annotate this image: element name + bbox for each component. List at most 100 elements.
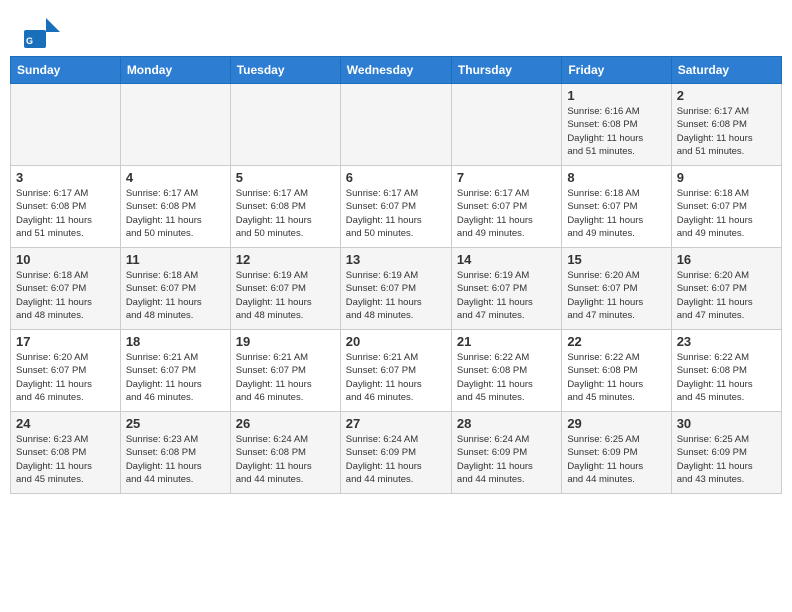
calendar-body: 1 Sunrise: 6:16 AM Sunset: 6:08 PM Daylig… (11, 84, 782, 494)
day-info: Sunrise: 6:21 AM Sunset: 6:07 PM Dayligh… (236, 351, 335, 404)
day-header-thursday: Thursday (451, 57, 561, 84)
calendar-cell: 16 Sunrise: 6:20 AM Sunset: 6:07 PM Dayli… (671, 248, 781, 330)
calendar-cell: 12 Sunrise: 6:19 AM Sunset: 6:07 PM Dayli… (230, 248, 340, 330)
calendar-cell: 23Sunrise: 6:22 AM Sunset: 6:08 PM Dayli… (671, 330, 781, 412)
calendar-cell: 17Sunrise: 6:20 AM Sunset: 6:07 PM Dayli… (11, 330, 121, 412)
day-header-monday: Monday (120, 57, 230, 84)
day-number: 5 (236, 170, 335, 185)
day-number: 3 (16, 170, 115, 185)
day-info: Sunrise: 6:18 AM Sunset: 6:07 PM Dayligh… (126, 269, 225, 322)
calendar-container: SundayMondayTuesdayWednesdayThursdayFrid… (0, 56, 792, 504)
day-info: Sunrise: 6:19 AM Sunset: 6:07 PM Dayligh… (346, 269, 446, 322)
day-number: 2 (677, 88, 776, 103)
logo: G (24, 18, 64, 48)
day-number: 11 (126, 252, 225, 267)
day-info: Sunrise: 6:22 AM Sunset: 6:08 PM Dayligh… (567, 351, 665, 404)
header-row: SundayMondayTuesdayWednesdayThursdayFrid… (11, 57, 782, 84)
calendar-cell: 27 Sunrise: 6:24 AM Sunset: 6:09 PM Dayli… (340, 412, 451, 494)
calendar-cell: 26 Sunrise: 6:24 AM Sunset: 6:08 PM Dayli… (230, 412, 340, 494)
day-number: 29 (567, 416, 665, 431)
day-number: 15 (567, 252, 665, 267)
calendar-cell: 24 Sunrise: 6:23 AM Sunset: 6:08 PM Dayli… (11, 412, 121, 494)
day-number: 20 (346, 334, 446, 349)
week-row-1: 1 Sunrise: 6:16 AM Sunset: 6:08 PM Daylig… (11, 84, 782, 166)
day-number: 16 (677, 252, 776, 267)
week-row-2: 3 Sunrise: 6:17 AM Sunset: 6:08 PM Daylig… (11, 166, 782, 248)
calendar-header: SundayMondayTuesdayWednesdayThursdayFrid… (11, 57, 782, 84)
day-number: 9 (677, 170, 776, 185)
day-info: Sunrise: 6:17 AM Sunset: 6:08 PM Dayligh… (126, 187, 225, 240)
calendar-cell: 18Sunrise: 6:21 AM Sunset: 6:07 PM Dayli… (120, 330, 230, 412)
day-info: Sunrise: 6:24 AM Sunset: 6:08 PM Dayligh… (236, 433, 335, 486)
day-number: 22 (567, 334, 665, 349)
day-number: 26 (236, 416, 335, 431)
day-info: Sunrise: 6:17 AM Sunset: 6:08 PM Dayligh… (236, 187, 335, 240)
day-number: 6 (346, 170, 446, 185)
day-number: 28 (457, 416, 556, 431)
calendar-cell: 7 Sunrise: 6:17 AM Sunset: 6:07 PM Daylig… (451, 166, 561, 248)
day-info: Sunrise: 6:17 AM Sunset: 6:07 PM Dayligh… (346, 187, 446, 240)
day-header-tuesday: Tuesday (230, 57, 340, 84)
day-number: 30 (677, 416, 776, 431)
week-row-3: 10 Sunrise: 6:18 AM Sunset: 6:07 PM Dayli… (11, 248, 782, 330)
day-info: Sunrise: 6:22 AM Sunset: 6:08 PM Dayligh… (677, 351, 776, 404)
day-info: Sunrise: 6:20 AM Sunset: 6:07 PM Dayligh… (567, 269, 665, 322)
calendar-cell: 8 Sunrise: 6:18 AM Sunset: 6:07 PM Daylig… (562, 166, 671, 248)
day-info: Sunrise: 6:24 AM Sunset: 6:09 PM Dayligh… (457, 433, 556, 486)
calendar-cell: 3Sunrise: 6:17 AM Sunset: 6:08 PM Daylig… (11, 166, 121, 248)
day-info: Sunrise: 6:17 AM Sunset: 6:07 PM Dayligh… (457, 187, 556, 240)
calendar-cell (230, 84, 340, 166)
day-info: Sunrise: 6:20 AM Sunset: 6:07 PM Dayligh… (677, 269, 776, 322)
day-number: 7 (457, 170, 556, 185)
calendar-cell: 21 Sunrise: 6:22 AM Sunset: 6:08 PM Dayli… (451, 330, 561, 412)
day-info: Sunrise: 6:23 AM Sunset: 6:08 PM Dayligh… (126, 433, 225, 486)
day-header-wednesday: Wednesday (340, 57, 451, 84)
day-info: Sunrise: 6:21 AM Sunset: 6:07 PM Dayligh… (346, 351, 446, 404)
calendar-cell: 11 Sunrise: 6:18 AM Sunset: 6:07 PM Dayli… (120, 248, 230, 330)
calendar-cell: 19 Sunrise: 6:21 AM Sunset: 6:07 PM Dayli… (230, 330, 340, 412)
day-number: 19 (236, 334, 335, 349)
week-row-4: 17Sunrise: 6:20 AM Sunset: 6:07 PM Dayli… (11, 330, 782, 412)
day-info: Sunrise: 6:18 AM Sunset: 6:07 PM Dayligh… (16, 269, 115, 322)
calendar-cell: 15 Sunrise: 6:20 AM Sunset: 6:07 PM Dayli… (562, 248, 671, 330)
day-info: Sunrise: 6:25 AM Sunset: 6:09 PM Dayligh… (677, 433, 776, 486)
calendar-cell: 2 Sunrise: 6:17 AM Sunset: 6:08 PM Daylig… (671, 84, 781, 166)
day-number: 8 (567, 170, 665, 185)
calendar-cell: 22 Sunrise: 6:22 AM Sunset: 6:08 PM Dayli… (562, 330, 671, 412)
day-number: 13 (346, 252, 446, 267)
calendar-cell (340, 84, 451, 166)
day-info: Sunrise: 6:16 AM Sunset: 6:08 PM Dayligh… (567, 105, 665, 158)
calendar-cell: 25 Sunrise: 6:23 AM Sunset: 6:08 PM Dayli… (120, 412, 230, 494)
calendar-cell (11, 84, 121, 166)
day-number: 21 (457, 334, 556, 349)
day-number: 24 (16, 416, 115, 431)
week-row-5: 24 Sunrise: 6:23 AM Sunset: 6:08 PM Dayli… (11, 412, 782, 494)
day-info: Sunrise: 6:19 AM Sunset: 6:07 PM Dayligh… (236, 269, 335, 322)
day-info: Sunrise: 6:23 AM Sunset: 6:08 PM Dayligh… (16, 433, 115, 486)
day-number: 25 (126, 416, 225, 431)
calendar-cell: 28 Sunrise: 6:24 AM Sunset: 6:09 PM Dayli… (451, 412, 561, 494)
day-info: Sunrise: 6:17 AM Sunset: 6:08 PM Dayligh… (677, 105, 776, 158)
day-header-saturday: Saturday (671, 57, 781, 84)
calendar-cell: 5 Sunrise: 6:17 AM Sunset: 6:08 PM Daylig… (230, 166, 340, 248)
svg-text:G: G (26, 36, 33, 46)
day-number: 10 (16, 252, 115, 267)
calendar-cell: 1 Sunrise: 6:16 AM Sunset: 6:08 PM Daylig… (562, 84, 671, 166)
day-info: Sunrise: 6:22 AM Sunset: 6:08 PM Dayligh… (457, 351, 556, 404)
day-number: 27 (346, 416, 446, 431)
day-number: 4 (126, 170, 225, 185)
calendar-cell: 4 Sunrise: 6:17 AM Sunset: 6:08 PM Daylig… (120, 166, 230, 248)
day-number: 18 (126, 334, 225, 349)
day-number: 1 (567, 88, 665, 103)
calendar-cell: 30 Sunrise: 6:25 AM Sunset: 6:09 PM Dayli… (671, 412, 781, 494)
logo-icon: G (24, 18, 60, 48)
calendar-cell: 14Sunrise: 6:19 AM Sunset: 6:07 PM Dayli… (451, 248, 561, 330)
day-info: Sunrise: 6:19 AM Sunset: 6:07 PM Dayligh… (457, 269, 556, 322)
day-info: Sunrise: 6:25 AM Sunset: 6:09 PM Dayligh… (567, 433, 665, 486)
day-header-sunday: Sunday (11, 57, 121, 84)
day-info: Sunrise: 6:24 AM Sunset: 6:09 PM Dayligh… (346, 433, 446, 486)
day-info: Sunrise: 6:18 AM Sunset: 6:07 PM Dayligh… (567, 187, 665, 240)
day-number: 12 (236, 252, 335, 267)
calendar-cell: 29 Sunrise: 6:25 AM Sunset: 6:09 PM Dayli… (562, 412, 671, 494)
calendar-cell: 13 Sunrise: 6:19 AM Sunset: 6:07 PM Dayli… (340, 248, 451, 330)
